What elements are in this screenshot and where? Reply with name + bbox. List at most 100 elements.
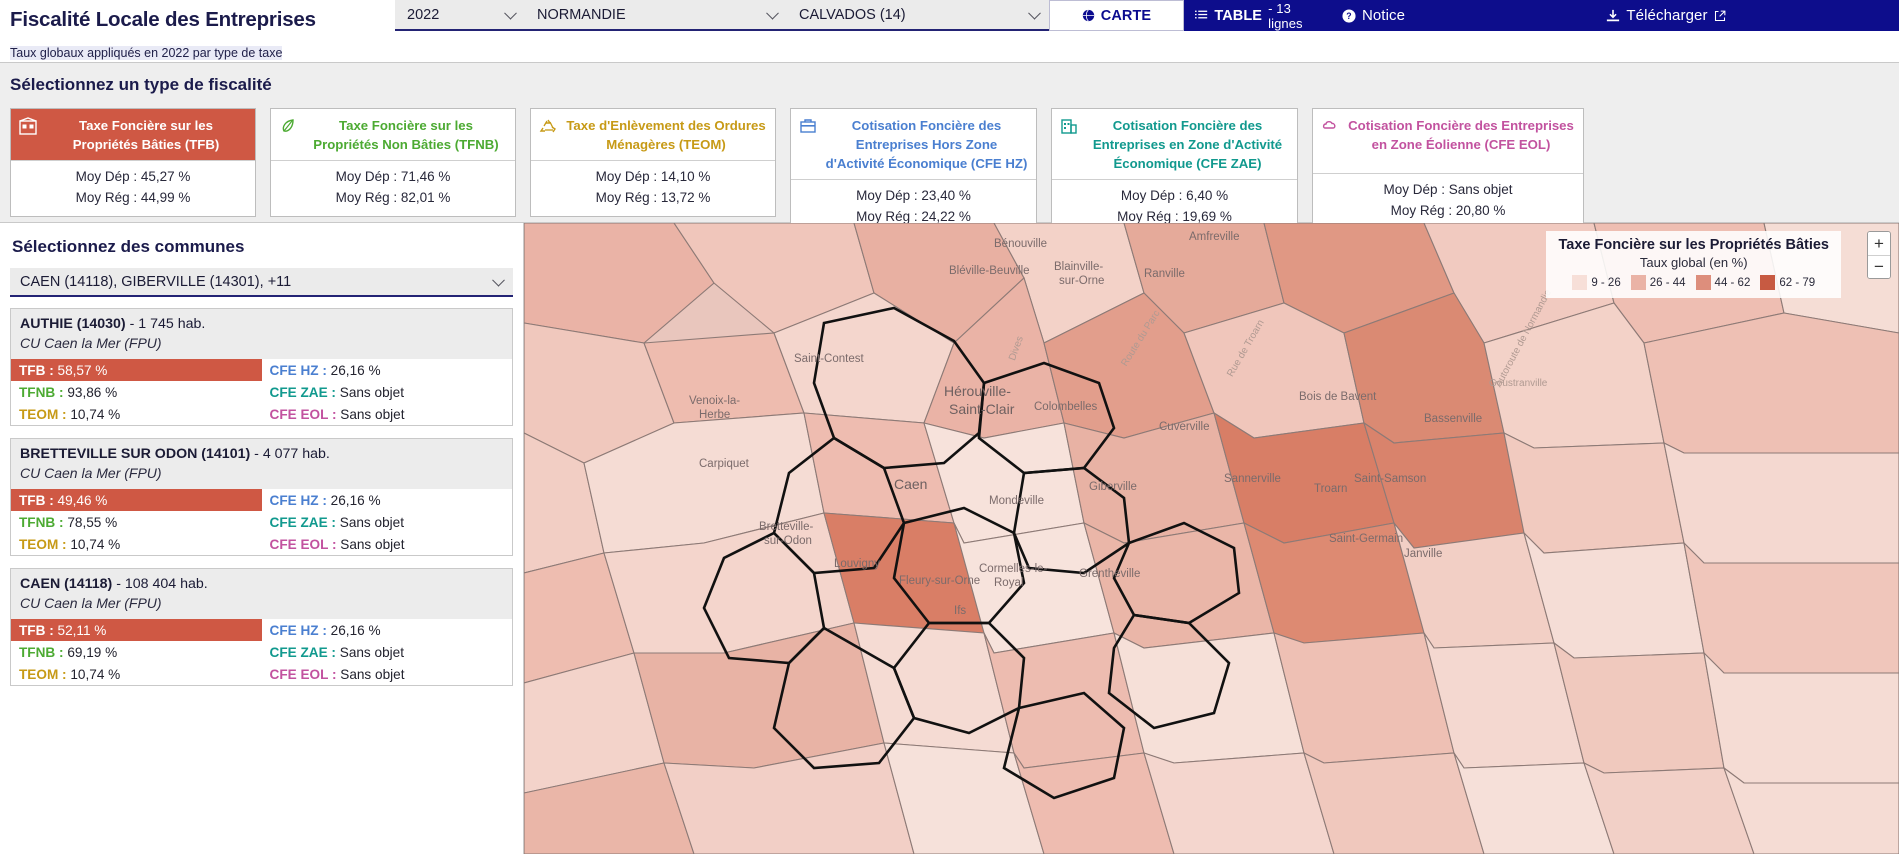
commune-population: 4 077 hab. [262,446,330,462]
tax-label: TFNB : [19,514,64,530]
recycle-icon [539,117,557,135]
sidebar-title: Sélectionnez des communes [12,237,245,256]
legend-bin: 62 - 79 [1755,275,1820,290]
tax-value: 10,74 % [70,536,121,552]
legend-bin-label: 62 - 79 [1779,276,1816,289]
tax-label: CFE HZ : [269,492,327,508]
commune-card[interactable]: CAEN (14118) - 108 404 hab. CU Caen la M… [10,568,513,686]
fiscalite-card-teom[interactable]: Taxe d'Enlèvement des Ordures Ménagères … [530,108,776,218]
tax-value: 26,16 % [330,362,381,378]
chevron-down-icon [766,6,779,20]
tab-table-label: TABLE [1214,7,1263,24]
office-building-icon [1060,117,1078,135]
tax-value: 52,11 % [57,622,107,638]
tax-row-tfnb: TFNB : 69,19 % [11,641,262,663]
tax-value: 69,19 % [67,644,118,660]
download-label: Télécharger [1626,7,1708,24]
legend-title: Taxe Foncière sur les Propriétés Bâties [1558,237,1829,253]
tax-value: 78,55 % [67,514,118,530]
chevron-down-icon [492,273,505,287]
map-polygons [524,223,1899,854]
commune-epci: CU Caen la Mer (FPU) [20,335,162,351]
tax-value: Sans objet [340,406,405,422]
tax-row-teom: TEOM : 10,74 % [11,533,262,555]
tax-value: 49,46 % [57,492,108,508]
tax-label: TFB : [19,362,54,378]
fiscalite-card-tfb[interactable]: Taxe Foncière sur les Propriétés Bâties … [10,108,256,218]
tax-row-tfb: TFB : 52,11 % [11,619,262,641]
tax-value: Sans objet [339,644,404,660]
tab-carte-label: CARTE [1100,7,1152,24]
moy-reg: Moy Rég : 13,72 % [595,190,711,206]
tax-label: CFE EOL : [269,406,337,422]
tab-table[interactable]: TABLE - 13 lignes [1184,0,1314,31]
fiscalite-card-title: Cotisation Foncière des Entreprises en Z… [1348,118,1574,153]
region-select[interactable]: NORMANDIE [525,0,787,31]
page-subtitle: Taux globaux appliqués en 2022 par type … [10,46,283,60]
tab-notice[interactable]: ? Notice [1314,0,1433,31]
fiscalite-card-cfe-eol[interactable]: Cotisation Foncière des Entreprises en Z… [1312,108,1584,230]
fiscalite-card-cfe-hz[interactable]: Cotisation Foncière des Entreprises Hors… [790,108,1037,237]
commune-header: CAEN (14118) - 108 404 hab. CU Caen la M… [11,569,512,619]
commune-multiselect-value: CAEN (14118), GIBERVILLE (14301), +11 [20,273,292,290]
tax-col-left: TFB : 58,57 % TFNB : 93,86 % TEOM : 10,7… [11,359,262,425]
choropleth-map[interactable]: Bénouville Amfreville Bléville-Beuville … [524,223,1899,854]
app-header: Fiscalité Locale des Entreprises Taux gl… [0,0,1899,62]
main-area: Sélectionnez des communes CAEN (14118), … [0,223,1899,854]
zoom-out-button[interactable]: − [1868,255,1890,278]
download-button[interactable]: Télécharger [1433,0,1899,31]
svg-text:?: ? [1346,11,1351,21]
commune-tax-grid: TFB : 58,57 % TFNB : 93,86 % TEOM : 10,7… [11,359,512,425]
moy-dep: Moy Dép : 71,46 % [335,169,451,185]
year-select[interactable]: 2022 [395,0,525,31]
tax-value: 10,74 % [70,666,121,682]
commune-sep: - [112,576,125,592]
chevron-down-icon [1028,6,1041,20]
fiscalite-card-title: Cotisation Foncière des Entreprises Hors… [825,118,1028,172]
tax-label: CFE ZAE : [269,644,336,660]
map-legend: Taxe Foncière sur les Propriétés Bâties … [1546,231,1841,298]
department-select[interactable]: CALVADOS (14) [787,0,1049,31]
zoom-in-button[interactable]: + [1868,232,1890,255]
commune-card[interactable]: BRETTEVILLE SUR ODON (14101) - 4 077 hab… [10,438,513,556]
legend-bin-label: 26 - 44 [1649,276,1686,289]
fiscalite-card-tfnb[interactable]: Taxe Foncière sur les Propriétés Non Bât… [270,108,516,218]
tax-label: CFE HZ : [269,362,327,378]
fiscalite-section: Sélectionnez un type de fiscalité Taxe F… [0,62,1899,237]
tax-row-cfe-zae: CFE ZAE : Sans objet [262,511,513,533]
commune-multiselect[interactable]: CAEN (14118), GIBERVILLE (14301), +11 [10,268,513,297]
briefcase-icon [799,117,817,135]
moy-reg: Moy Rég : 44,99 % [75,190,191,206]
tax-label: TFNB : [19,384,64,400]
tax-row-cfe-eol: CFE EOL : Sans objet [262,403,513,425]
tax-label: CFE EOL : [269,536,337,552]
moy-reg: Moy Rég : 82,01 % [335,190,451,206]
tax-row-teom: TEOM : 10,74 % [11,663,262,685]
commune-name: CAEN (14118) [20,576,113,592]
commune-card[interactable]: AUTHIE (14030) - 1 745 hab. CU Caen la M… [10,308,513,426]
moy-dep: Moy Dép : Sans objet [1383,182,1513,197]
fiscalite-card-cfe-zae[interactable]: Cotisation Foncière des Entreprises en Z… [1051,108,1298,237]
tax-value: Sans objet [340,666,405,682]
tax-value: 58,57 % [57,362,108,378]
tax-value: Sans objet [339,384,404,400]
commune-sep: - [250,446,263,462]
tab-notice-label: Notice [1361,7,1406,24]
download-icon [1606,9,1620,23]
tab-carte[interactable]: CARTE [1049,0,1184,31]
tax-label: TEOM : [19,406,67,422]
tax-value: 26,16 % [330,492,381,508]
tax-row-tfnb: TFNB : 93,86 % [11,381,262,403]
tax-label: CFE HZ : [269,622,327,638]
legend-scale: 9 - 26 26 - 44 44 - 62 62 - 79 [1558,275,1829,290]
legend-bin: 44 - 62 [1691,275,1756,290]
tax-row-cfe-hz: CFE HZ : 26,16 % [262,359,513,381]
building-icon [19,117,37,135]
tax-col-right: CFE HZ : 26,16 % CFE ZAE : Sans objet CF… [262,489,513,555]
legend-subtitle: Taux global (en %) [1639,255,1748,270]
commune-header: AUTHIE (14030) - 1 745 hab. CU Caen la M… [11,309,512,359]
help-circle-icon: ? [1342,8,1356,23]
tax-value: Sans objet [340,536,405,552]
legend-swatch [1572,275,1588,290]
moy-dep: Moy Dép : 23,40 % [856,188,971,204]
